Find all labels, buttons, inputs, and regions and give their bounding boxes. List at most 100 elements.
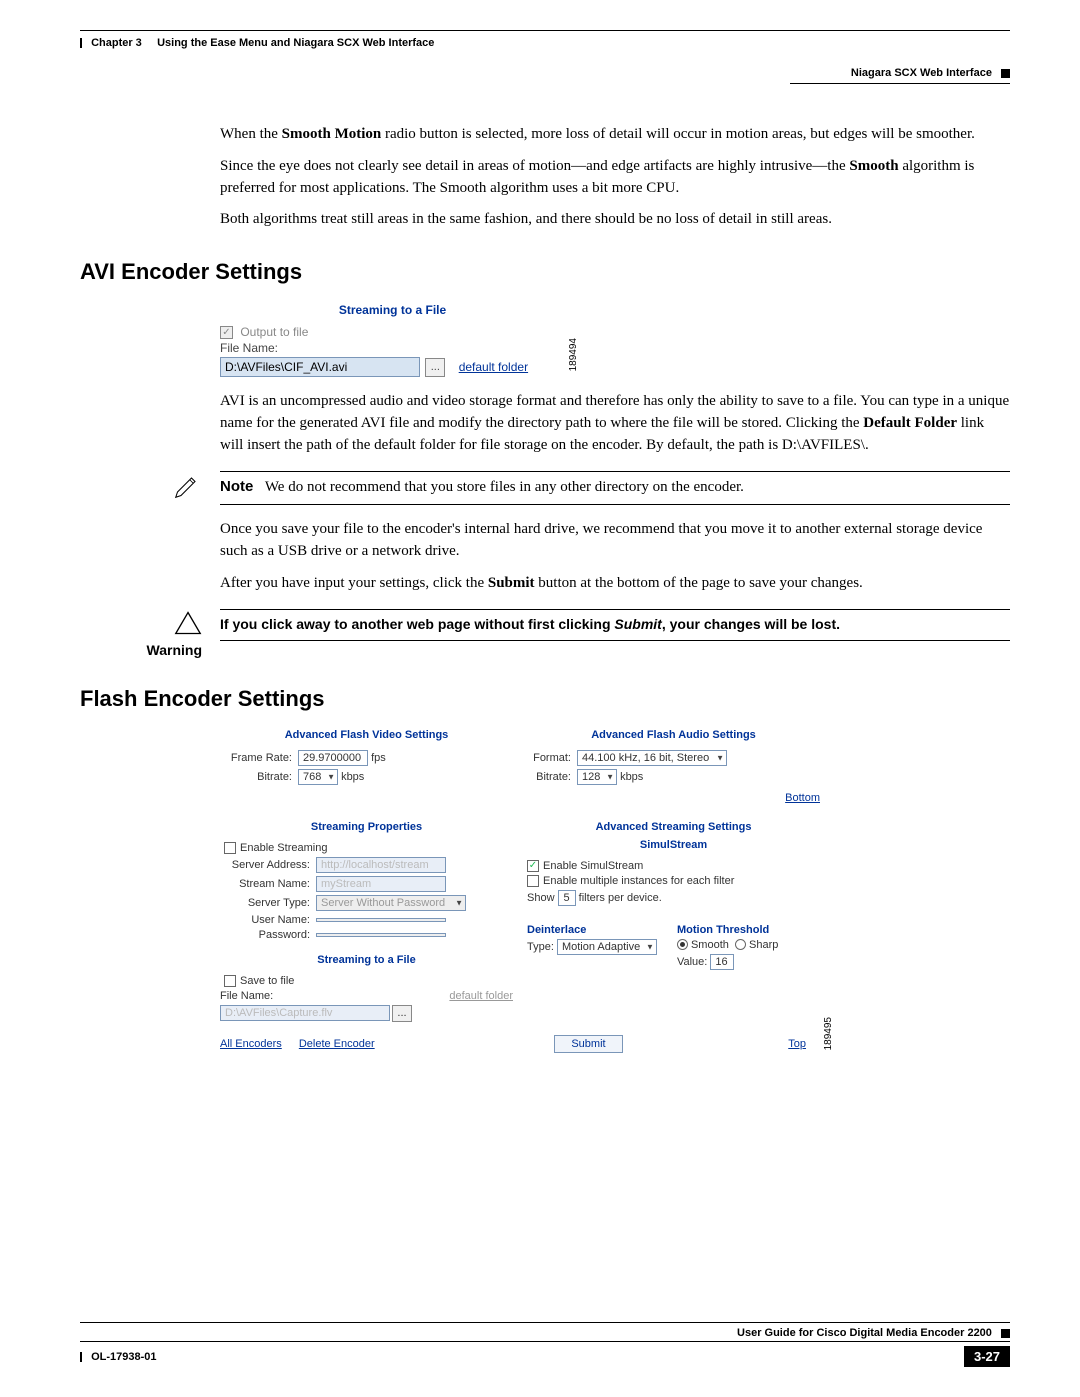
screenshot-flash-settings: Advanced Flash Video Settings Frame Rate… <box>220 726 820 1053</box>
intro-block: When the Smooth Motion radio button is s… <box>220 124 1010 231</box>
user-name-field: User Name: <box>220 914 513 926</box>
flash-row1: Advanced Flash Video Settings Frame Rate… <box>220 726 820 788</box>
mt-value-label: Value: <box>677 956 707 968</box>
text: If you click away to another web page wi… <box>220 616 614 632</box>
footer-rule-mid <box>80 1341 1010 1342</box>
mt-sharp-radio[interactable] <box>735 939 746 950</box>
stream-name-input[interactable]: myStream <box>316 876 446 892</box>
enable-multi-label: Enable multiple instances for each filte… <box>543 875 734 887</box>
header-block: Chapter 3 Using the Ease Menu and Niagar… <box>80 30 1010 84</box>
intro-p3: Both algorithms treat still areas in the… <box>220 209 1010 231</box>
server-type-select[interactable]: Server Without Password <box>316 895 466 911</box>
enable-streaming-label: Enable Streaming <box>240 842 327 854</box>
video-bitrate-label: Bitrate: <box>220 771 298 783</box>
text: button at the bottom of the page to save… <box>535 575 863 591</box>
mt-title: Motion Threshold <box>677 924 778 936</box>
enable-simul-row: ✓ Enable SimulStream <box>527 860 820 872</box>
adv-stream-subtitle: SimulStream <box>527 839 820 857</box>
bottom-link[interactable]: Bottom <box>220 788 820 808</box>
avi-followup: Once you save your file to the encoder's… <box>220 519 1010 594</box>
flash-file-name-input[interactable]: D:\AVFiles\Capture.flv <box>220 1005 390 1021</box>
flash-block: Advanced Flash Video Settings Frame Rate… <box>220 726 1010 1053</box>
stream-name-field: Stream Name: myStream <box>220 876 513 892</box>
page-number: 3-27 <box>964 1346 1010 1367</box>
password-input[interactable] <box>316 933 446 937</box>
output-to-file-checkbox[interactable]: ✓ <box>220 326 233 339</box>
video-bitrate-select[interactable]: 768 <box>298 769 338 785</box>
term-smooth: Smooth <box>849 158 898 174</box>
chapter-title: Using the Ease Menu and Niagara SCX Web … <box>157 37 434 49</box>
frame-rate-unit: fps <box>371 751 386 763</box>
flash-actions-row: All Encoders Delete Encoder Submit Top <box>220 1035 820 1053</box>
file-name-input[interactable]: D:\AVFiles\CIF_AVI.avi <box>220 357 420 377</box>
footer-square-icon <box>1001 1329 1010 1338</box>
enable-multi-row: Enable multiple instances for each filte… <box>527 875 820 887</box>
term-smooth-motion: Smooth Motion <box>282 126 382 142</box>
audio-bitrate-select[interactable]: 128 <box>577 769 617 785</box>
server-address-label: Server Address: <box>220 859 316 871</box>
heading-flash: Flash Encoder Settings <box>80 686 1010 712</box>
user-name-input[interactable] <box>316 918 446 922</box>
submit-button[interactable]: Submit <box>554 1035 622 1053</box>
flash-video-col: Advanced Flash Video Settings Frame Rate… <box>220 726 513 788</box>
enable-multi-checkbox[interactable] <box>527 875 539 887</box>
deint-type-value: Motion Adaptive <box>557 939 657 955</box>
avi-p1: AVI is an uncompressed audio and video s… <box>220 391 1010 456</box>
deint-col: Deinterlace Type: Motion Adaptive <box>527 916 657 973</box>
user-name-label: User Name: <box>220 914 316 926</box>
deint-type-select[interactable]: Motion Adaptive <box>557 939 657 955</box>
footer: User Guide for Cisco Digital Media Encod… <box>80 1322 1010 1367</box>
mt-value-field: Value: 16 <box>677 954 778 970</box>
show-a: Show <box>527 892 555 904</box>
header-rule <box>80 30 1010 31</box>
header-left: Chapter 3 Using the Ease Menu and Niagar… <box>80 37 434 49</box>
mt-col: Motion Threshold Smooth Sharp Value: 16 <box>677 916 778 973</box>
frame-rate-label: Frame Rate: <box>220 752 298 764</box>
save-to-file-checkbox[interactable] <box>224 975 236 987</box>
warning-callout: Warning If you click away to another web… <box>80 609 1010 658</box>
server-type-field: Server Type: Server Without Password <box>220 895 513 911</box>
adv-streaming-col: Advanced Streaming Settings SimulStream … <box>527 818 820 1025</box>
heading-avi: AVI Encoder Settings <box>80 259 1010 285</box>
default-folder-link[interactable]: default folder <box>459 360 528 374</box>
flash-browse-button[interactable]: ... <box>392 1005 412 1022</box>
mt-smooth-radio[interactable] <box>677 939 688 950</box>
term-default-folder: Default Folder <box>863 415 957 431</box>
flash-actions-left: All Encoders Delete Encoder <box>220 1038 389 1050</box>
file-name-input-row: D:\AVFiles\CIF_AVI.avi ... default folde… <box>220 357 565 377</box>
audio-bitrate-field: Bitrate: 128 kbps <box>527 769 820 785</box>
all-encoders-link[interactable]: All Encoders <box>220 1038 282 1050</box>
top-link[interactable]: Top <box>788 1038 806 1050</box>
warning-text: If you click away to another web page wi… <box>220 609 1010 641</box>
note-text: Note We do not recommend that you store … <box>220 471 1010 506</box>
save-file-title: Streaming to a File <box>220 951 513 972</box>
flash-figure-number: 189495 <box>823 1017 834 1050</box>
warning-bottom-rule <box>220 640 1010 641</box>
mt-value-input[interactable]: 16 <box>710 954 734 970</box>
mt-sharp-label: Sharp <box>749 939 778 951</box>
flash-video-title: Advanced Flash Video Settings <box>220 726 513 747</box>
audio-format-field: Format: 44.100 kHz, 16 bit, Stereo <box>527 750 820 766</box>
server-address-input[interactable]: http://localhost/stream <box>316 857 446 873</box>
term-submit: Submit <box>488 575 535 591</box>
term-submit-warn: Submit <box>614 616 661 632</box>
show-filters-input[interactable]: 5 <box>558 890 576 906</box>
header-row: Chapter 3 Using the Ease Menu and Niagar… <box>80 37 1010 49</box>
flash-default-folder-link[interactable]: default folder <box>449 990 513 1002</box>
server-address-field: Server Address: http://localhost/stream <box>220 857 513 873</box>
enable-simul-checkbox[interactable]: ✓ <box>527 860 539 872</box>
shot1-title: Streaming to a File <box>220 299 565 323</box>
note-bottom-rule <box>220 504 1010 505</box>
deint-title: Deinterlace <box>527 924 657 936</box>
text: , your changes will be lost. <box>662 616 840 632</box>
enable-streaming-checkbox[interactable] <box>224 842 236 854</box>
note-icon-col <box>80 471 220 504</box>
delete-encoder-link[interactable]: Delete Encoder <box>299 1038 375 1050</box>
audio-format-select[interactable]: 44.100 kHz, 16 bit, Stereo <box>577 750 727 766</box>
pencil-icon <box>174 487 202 503</box>
browse-button[interactable]: ... <box>425 358 445 377</box>
stream-name-label: Stream Name: <box>220 878 316 890</box>
frame-rate-input[interactable]: 29.9700000 <box>298 750 368 766</box>
audio-bitrate-value: 128 <box>577 769 617 785</box>
figure-number: 189494 <box>568 338 579 371</box>
